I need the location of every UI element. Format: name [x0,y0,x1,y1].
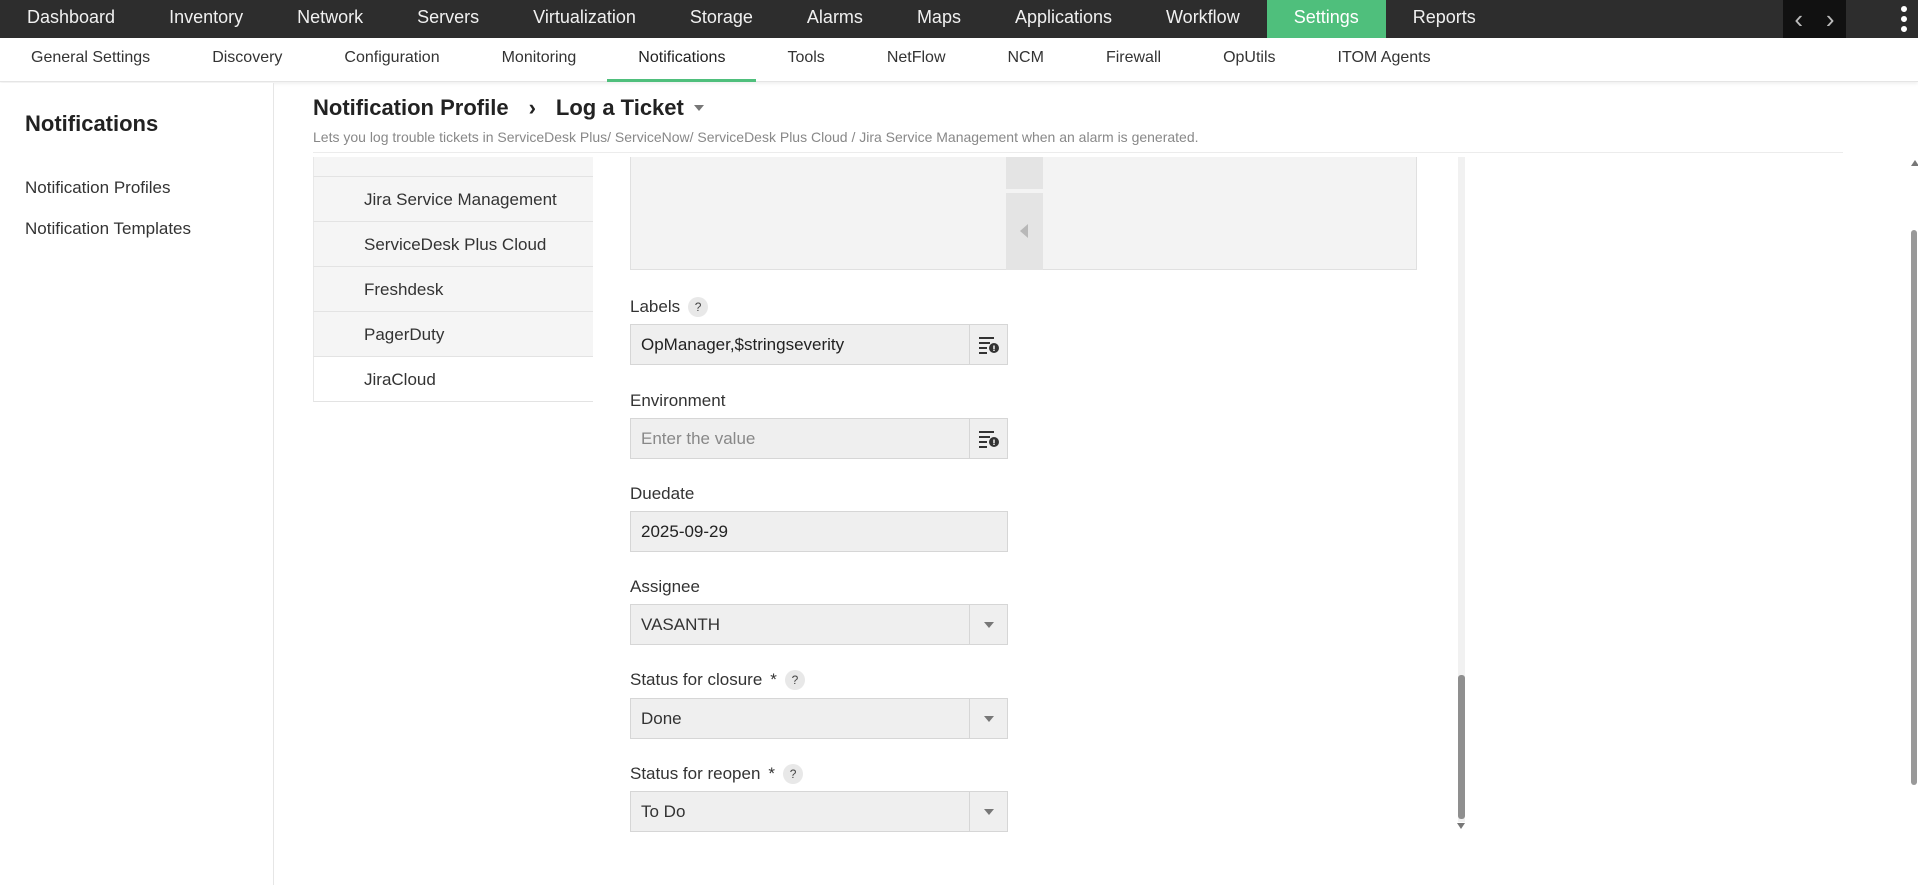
assignee-label: Assignee [630,577,700,597]
more-vertical-icon[interactable] [1896,4,1912,34]
top-nav-item-network[interactable]: Network [270,0,390,38]
assignee-select[interactable]: VASANTH [630,604,1008,645]
top-nav: Dashboard Inventory Network Servers Virtuali… [0,0,1503,38]
tab-general-settings[interactable]: General Settings [0,38,181,82]
assignee-label-text: Assignee [630,577,700,596]
nav-arrows: ‹ › [1783,0,1846,38]
scrollbar-thumb[interactable] [1911,230,1917,785]
sidebar-item-notification-profiles[interactable]: Notification Profiles [25,178,171,198]
assignee-value: VASANTH [641,614,721,634]
top-nav-item-maps[interactable]: Maps [890,0,988,38]
tab-discovery[interactable]: Discovery [181,38,313,82]
arrow-down-icon[interactable] [1457,823,1465,829]
duedate-label-text: Duedate [630,484,695,503]
list-item[interactable] [313,157,593,177]
labels-input[interactable] [631,325,969,364]
top-nav-item-workflow[interactable]: Workflow [1139,0,1267,38]
divider [313,152,1843,153]
caret-down-icon[interactable] [693,105,704,111]
sidebar-item-notification-templates[interactable]: Notification Templates [25,219,191,239]
top-nav-item-servers[interactable]: Servers [390,0,506,38]
caret-down-icon [983,715,994,722]
tab-configuration[interactable]: Configuration [313,38,470,82]
rich-text-area[interactable] [630,157,1417,270]
list-item[interactable]: Jira Service Management [313,177,593,222]
top-nav-item-settings[interactable]: Settings [1266,0,1386,38]
chevron-right-icon: › [528,95,536,120]
top-nav-item-alarms[interactable]: Alarms [780,0,890,38]
top-nav-item-virtualization[interactable]: Virtualization [506,0,663,38]
dropdown-toggle[interactable] [969,699,1007,738]
form-scrollbar[interactable] [1457,157,1465,829]
editor-control[interactable] [1006,193,1043,270]
sidebar-title: Notifications [25,111,159,136]
reopen-label-text: Status for reopen [630,764,761,783]
environment-label-text: Environment [630,391,726,410]
help-icon[interactable]: ? [784,670,805,690]
ticket-type-list: Jira Service Management ServiceDesk Plus … [313,157,593,402]
editor-control[interactable] [1006,157,1043,189]
labels-label-text: Labels [630,297,681,316]
labels-label: Labels ? [630,297,709,317]
breadcrumb: Notification Profile › Log a Ticket [313,95,704,121]
triangle-left-icon [1020,224,1028,238]
breadcrumb-current[interactable]: Log a Ticket [556,95,684,121]
reopen-status-select[interactable]: To Do [630,791,1008,832]
top-nav-item-reports[interactable]: Reports [1386,0,1503,38]
duedate-input[interactable] [631,512,1007,551]
page-scrollbar[interactable] [1910,160,1918,885]
tab-netflow[interactable]: NetFlow [856,38,977,82]
top-nav-bar: Dashboard Inventory Network Servers Virtuali… [0,0,1918,38]
dropdown-toggle[interactable] [969,792,1007,831]
top-nav-item-applications[interactable]: Applications [988,0,1139,38]
list-item[interactable]: PagerDuty [313,312,593,357]
top-nav-item-storage[interactable]: Storage [663,0,780,38]
list-item[interactable]: Freshdesk [313,267,593,312]
list-item[interactable]: ServiceDesk Plus Cloud [313,222,593,267]
top-nav-item-inventory[interactable]: Inventory [142,0,270,38]
tab-ncm[interactable]: NCM [977,38,1075,82]
dropdown-toggle[interactable] [969,605,1007,644]
list-item[interactable]: JiraCloud [313,357,593,402]
tab-notifications[interactable]: Notifications [607,38,757,82]
variable-list-icon[interactable] [969,325,1007,364]
tab-itom-agents[interactable]: ITOM Agents [1307,38,1462,82]
chevron-left-icon[interactable]: ‹ [1794,0,1803,38]
arrow-up-icon[interactable] [1911,160,1918,166]
caret-down-icon [983,621,994,628]
closure-status-value: Done [641,708,682,728]
variable-list-icon[interactable] [969,419,1007,458]
duedate-field [630,511,1008,552]
environment-label: Environment [630,391,725,411]
closure-label-text: Status for closure [630,670,763,689]
breadcrumb-parent[interactable]: Notification Profile [313,95,509,121]
labels-field [630,324,1008,365]
caret-down-icon [983,808,994,815]
chevron-right-icon[interactable]: › [1826,0,1835,38]
tab-firewall[interactable]: Firewall [1075,38,1192,82]
page-description: Lets you log trouble tickets in ServiceD… [313,129,1199,145]
reopen-status-value: To Do [641,801,686,821]
environment-field [630,418,1008,459]
tab-monitoring[interactable]: Monitoring [471,38,608,82]
required-mark: * [768,764,776,783]
tab-oputils[interactable]: OpUtils [1192,38,1306,82]
scrollbar-thumb[interactable] [1458,675,1465,819]
closure-status-select[interactable]: Done [630,698,1008,739]
sidebar: Notifications Notification Profiles Noti… [0,83,274,885]
closure-label: Status for closure * ? [630,670,805,690]
duedate-label: Duedate [630,484,694,504]
reopen-label: Status for reopen * ? [630,764,804,784]
tab-tools[interactable]: Tools [756,38,855,82]
environment-input[interactable] [631,419,969,458]
required-mark: * [770,670,777,689]
top-nav-item-dashboard[interactable]: Dashboard [0,0,142,38]
help-icon[interactable]: ? [688,297,709,317]
help-icon[interactable]: ? [783,764,804,784]
sub-nav: General Settings Discovery Configuration Mo… [0,38,1918,82]
